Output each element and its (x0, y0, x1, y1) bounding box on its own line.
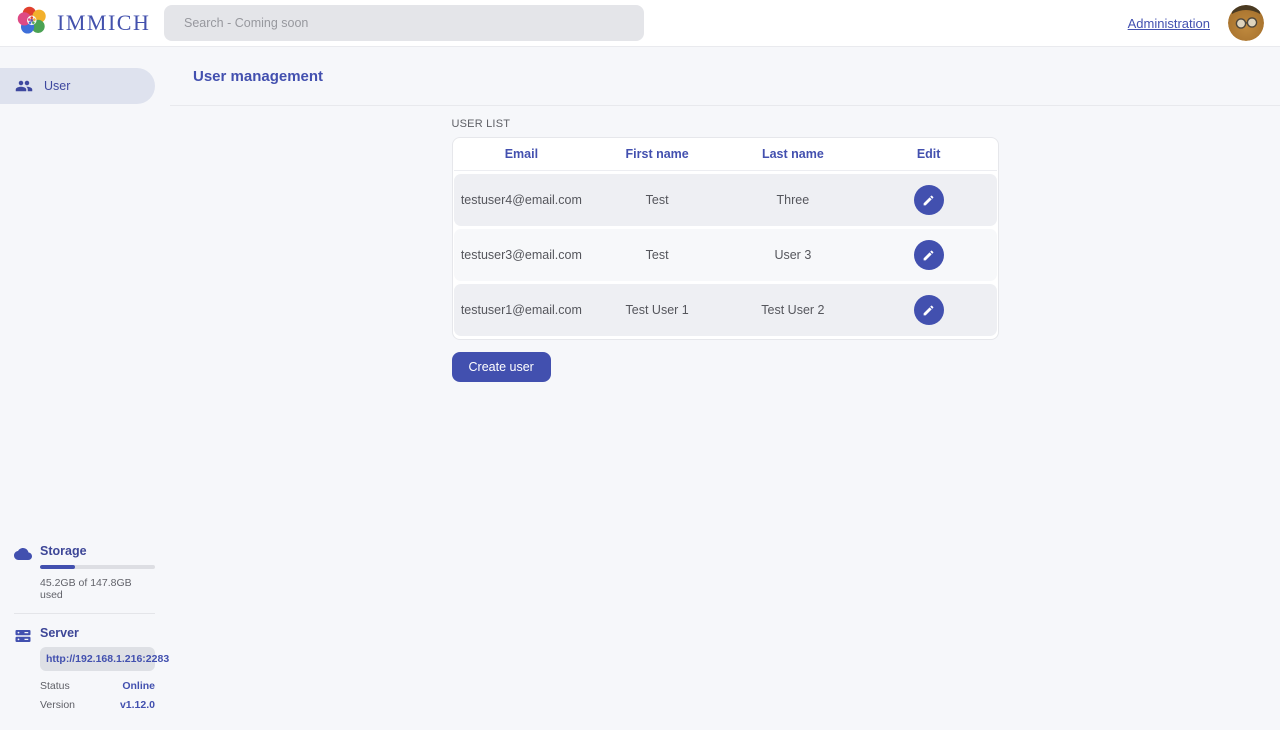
server-version-value: v1.12.0 (120, 699, 155, 711)
user-table: Email First name Last name Edit testuser… (452, 137, 999, 340)
immich-flower-logo-icon (16, 4, 49, 42)
cell-last-name: User 3 (725, 248, 861, 262)
page-header: User management (170, 47, 1280, 106)
cell-last-name: Three (725, 193, 861, 207)
pencil-icon (922, 249, 935, 262)
users-icon (15, 77, 33, 95)
table-row: testuser4@email.com Test Three (454, 174, 997, 226)
edit-user-button[interactable] (914, 185, 944, 215)
storage-section: Storage 45.2GB of 147.8GB used (0, 544, 170, 601)
pencil-icon (922, 194, 935, 207)
server-version-row: Version v1.12.0 (40, 699, 155, 711)
server-title: Server (40, 626, 155, 640)
edit-user-button[interactable] (914, 295, 944, 325)
create-user-button[interactable]: Create user (452, 352, 551, 382)
column-header-first-name: First name (589, 147, 725, 161)
server-section: Server http://192.168.1.216:2283 Status … (0, 626, 170, 718)
sidebar-item-user[interactable]: User (0, 68, 155, 104)
cell-first-name: Test (589, 248, 725, 262)
app-header: IMMICH Administration (0, 0, 1280, 47)
server-icon (14, 626, 32, 718)
sidebar-divider (14, 613, 155, 614)
app-logo-text: IMMICH (57, 10, 150, 36)
storage-usage-text: 45.2GB of 147.8GB used (40, 577, 155, 601)
cell-email: testuser4@email.com (454, 193, 590, 207)
sidebar-footer: Storage 45.2GB of 147.8GB used (0, 544, 170, 718)
search-input[interactable] (164, 5, 644, 41)
storage-title: Storage (40, 544, 155, 558)
sidebar-nav: User (0, 68, 170, 104)
storage-progress-fill (40, 565, 75, 569)
server-status-value: Online (122, 680, 155, 692)
storage-progress-bar (40, 565, 155, 569)
column-header-last-name: Last name (725, 147, 861, 161)
column-header-edit: Edit (861, 147, 997, 161)
page-title: User management (193, 68, 323, 85)
sidebar: User Storage 45.2GB of 147.8GB used (0, 47, 170, 730)
server-status-row: Status Online (40, 680, 155, 692)
edit-user-button[interactable] (914, 240, 944, 270)
column-header-email: Email (454, 147, 590, 161)
cell-first-name: Test User 1 (589, 303, 725, 317)
server-status-label: Status (40, 680, 70, 692)
main-content: User management USER LIST Email First na… (170, 47, 1280, 730)
table-header-row: Email First name Last name Edit (454, 138, 997, 171)
server-url: http://192.168.1.216:2283 (40, 647, 155, 671)
sidebar-item-label: User (44, 79, 70, 93)
user-avatar[interactable] (1228, 5, 1264, 41)
administration-link[interactable]: Administration (1128, 16, 1210, 31)
table-row: testuser1@email.com Test User 1 Test Use… (454, 284, 997, 336)
app-logo: IMMICH (0, 4, 164, 42)
server-version-label: Version (40, 699, 75, 711)
pencil-icon (922, 304, 935, 317)
section-title: USER LIST (452, 118, 999, 130)
cell-email: testuser1@email.com (454, 303, 590, 317)
table-row: testuser3@email.com Test User 3 (454, 229, 997, 281)
cloud-icon (14, 544, 32, 601)
cell-first-name: Test (589, 193, 725, 207)
cell-email: testuser3@email.com (454, 248, 590, 262)
cell-last-name: Test User 2 (725, 303, 861, 317)
